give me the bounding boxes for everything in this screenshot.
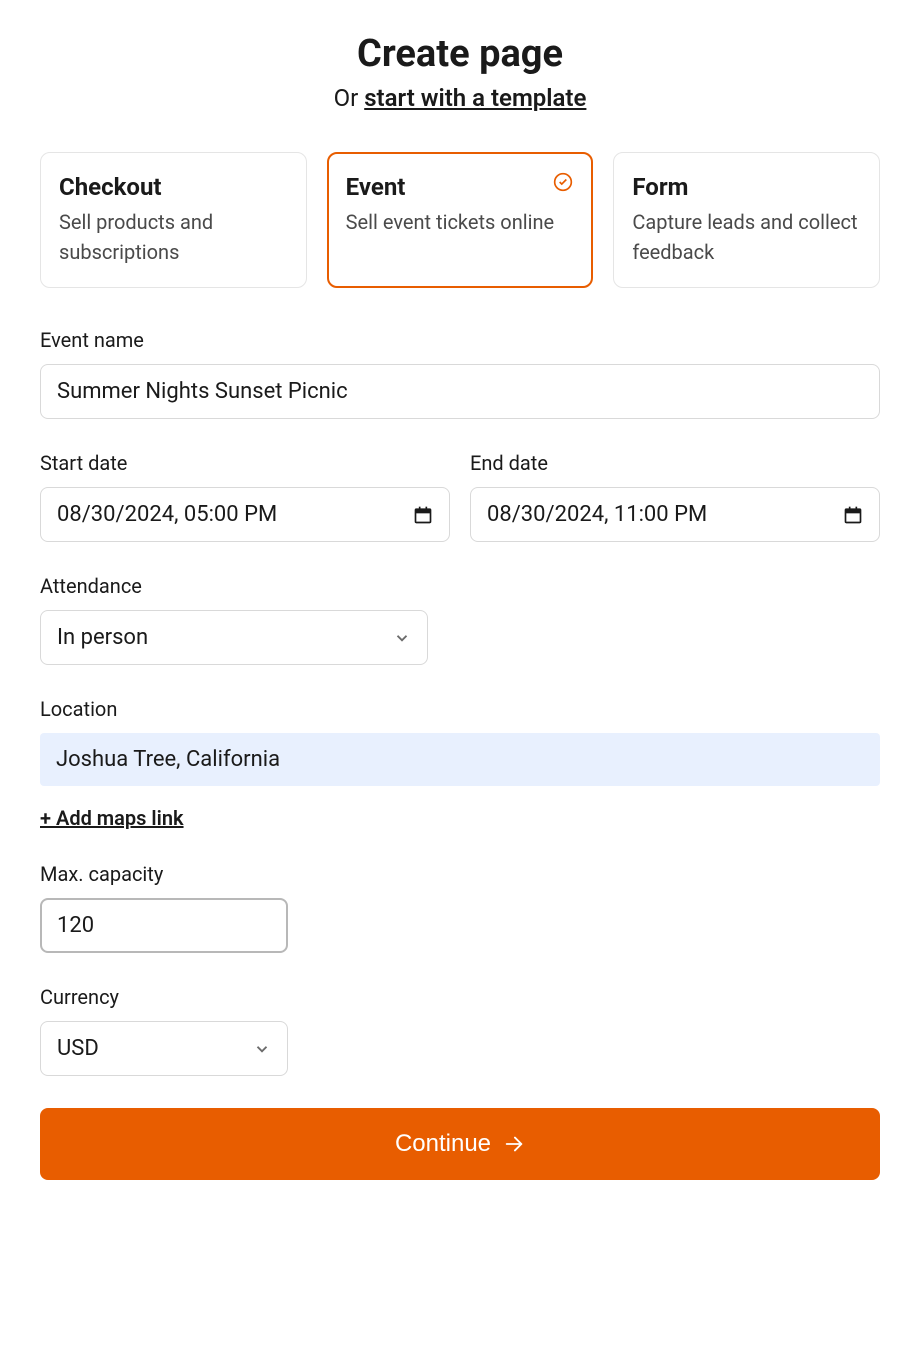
date-group: Start date 08/30/2024, 05:00 PM End date… [40,451,880,542]
type-cards: Checkout Sell products and subscriptions… [40,152,880,288]
type-card-title: Form [632,173,861,201]
event-name-input[interactable] [40,364,880,419]
type-card-desc: Sell products and subscriptions [59,207,288,267]
capacity-input[interactable] [40,898,288,953]
template-link[interactable]: start with a template [364,84,586,112]
capacity-group: Max. capacity [40,862,880,953]
arrow-right-icon [503,1133,525,1155]
check-circle-icon [553,172,573,192]
chevron-down-icon [253,1040,271,1058]
location-input[interactable] [40,733,880,786]
location-group: Location + Add maps link [40,697,880,830]
header: Create page Or start with a template [40,32,880,112]
add-maps-link[interactable]: + Add maps link [40,806,184,830]
location-label: Location [40,697,880,721]
continue-label: Continue [395,1130,491,1158]
capacity-label: Max. capacity [40,862,880,886]
attendance-value: In person [57,625,148,650]
currency-label: Currency [40,985,880,1009]
subtitle-prefix: Or [334,84,365,112]
currency-value: USD [57,1036,99,1061]
currency-select[interactable]: USD [40,1021,288,1076]
end-date-input[interactable]: 08/30/2024, 11:00 PM [470,487,880,542]
type-card-title: Checkout [59,173,288,201]
type-card-event[interactable]: Event Sell event tickets online [327,152,594,288]
subtitle: Or start with a template [40,84,880,112]
event-name-group: Event name [40,328,880,419]
start-date-value: 08/30/2024, 05:00 PM [57,502,277,527]
type-card-checkout[interactable]: Checkout Sell products and subscriptions [40,152,307,288]
type-card-title: Event [346,173,575,201]
attendance-select[interactable]: In person [40,610,428,665]
calendar-icon [413,505,433,525]
page-title: Create page [40,32,880,76]
end-date-value: 08/30/2024, 11:00 PM [487,502,707,527]
type-card-form[interactable]: Form Capture leads and collect feedback [613,152,880,288]
type-card-desc: Capture leads and collect feedback [632,207,861,267]
type-card-desc: Sell event tickets online [346,207,575,237]
end-date-label: End date [470,451,880,475]
attendance-group: Attendance In person [40,574,880,665]
attendance-label: Attendance [40,574,880,598]
event-name-label: Event name [40,328,880,352]
chevron-down-icon [393,629,411,647]
calendar-icon [843,505,863,525]
start-date-label: Start date [40,451,450,475]
continue-button[interactable]: Continue [40,1108,880,1180]
currency-group: Currency USD [40,985,880,1076]
start-date-input[interactable]: 08/30/2024, 05:00 PM [40,487,450,542]
